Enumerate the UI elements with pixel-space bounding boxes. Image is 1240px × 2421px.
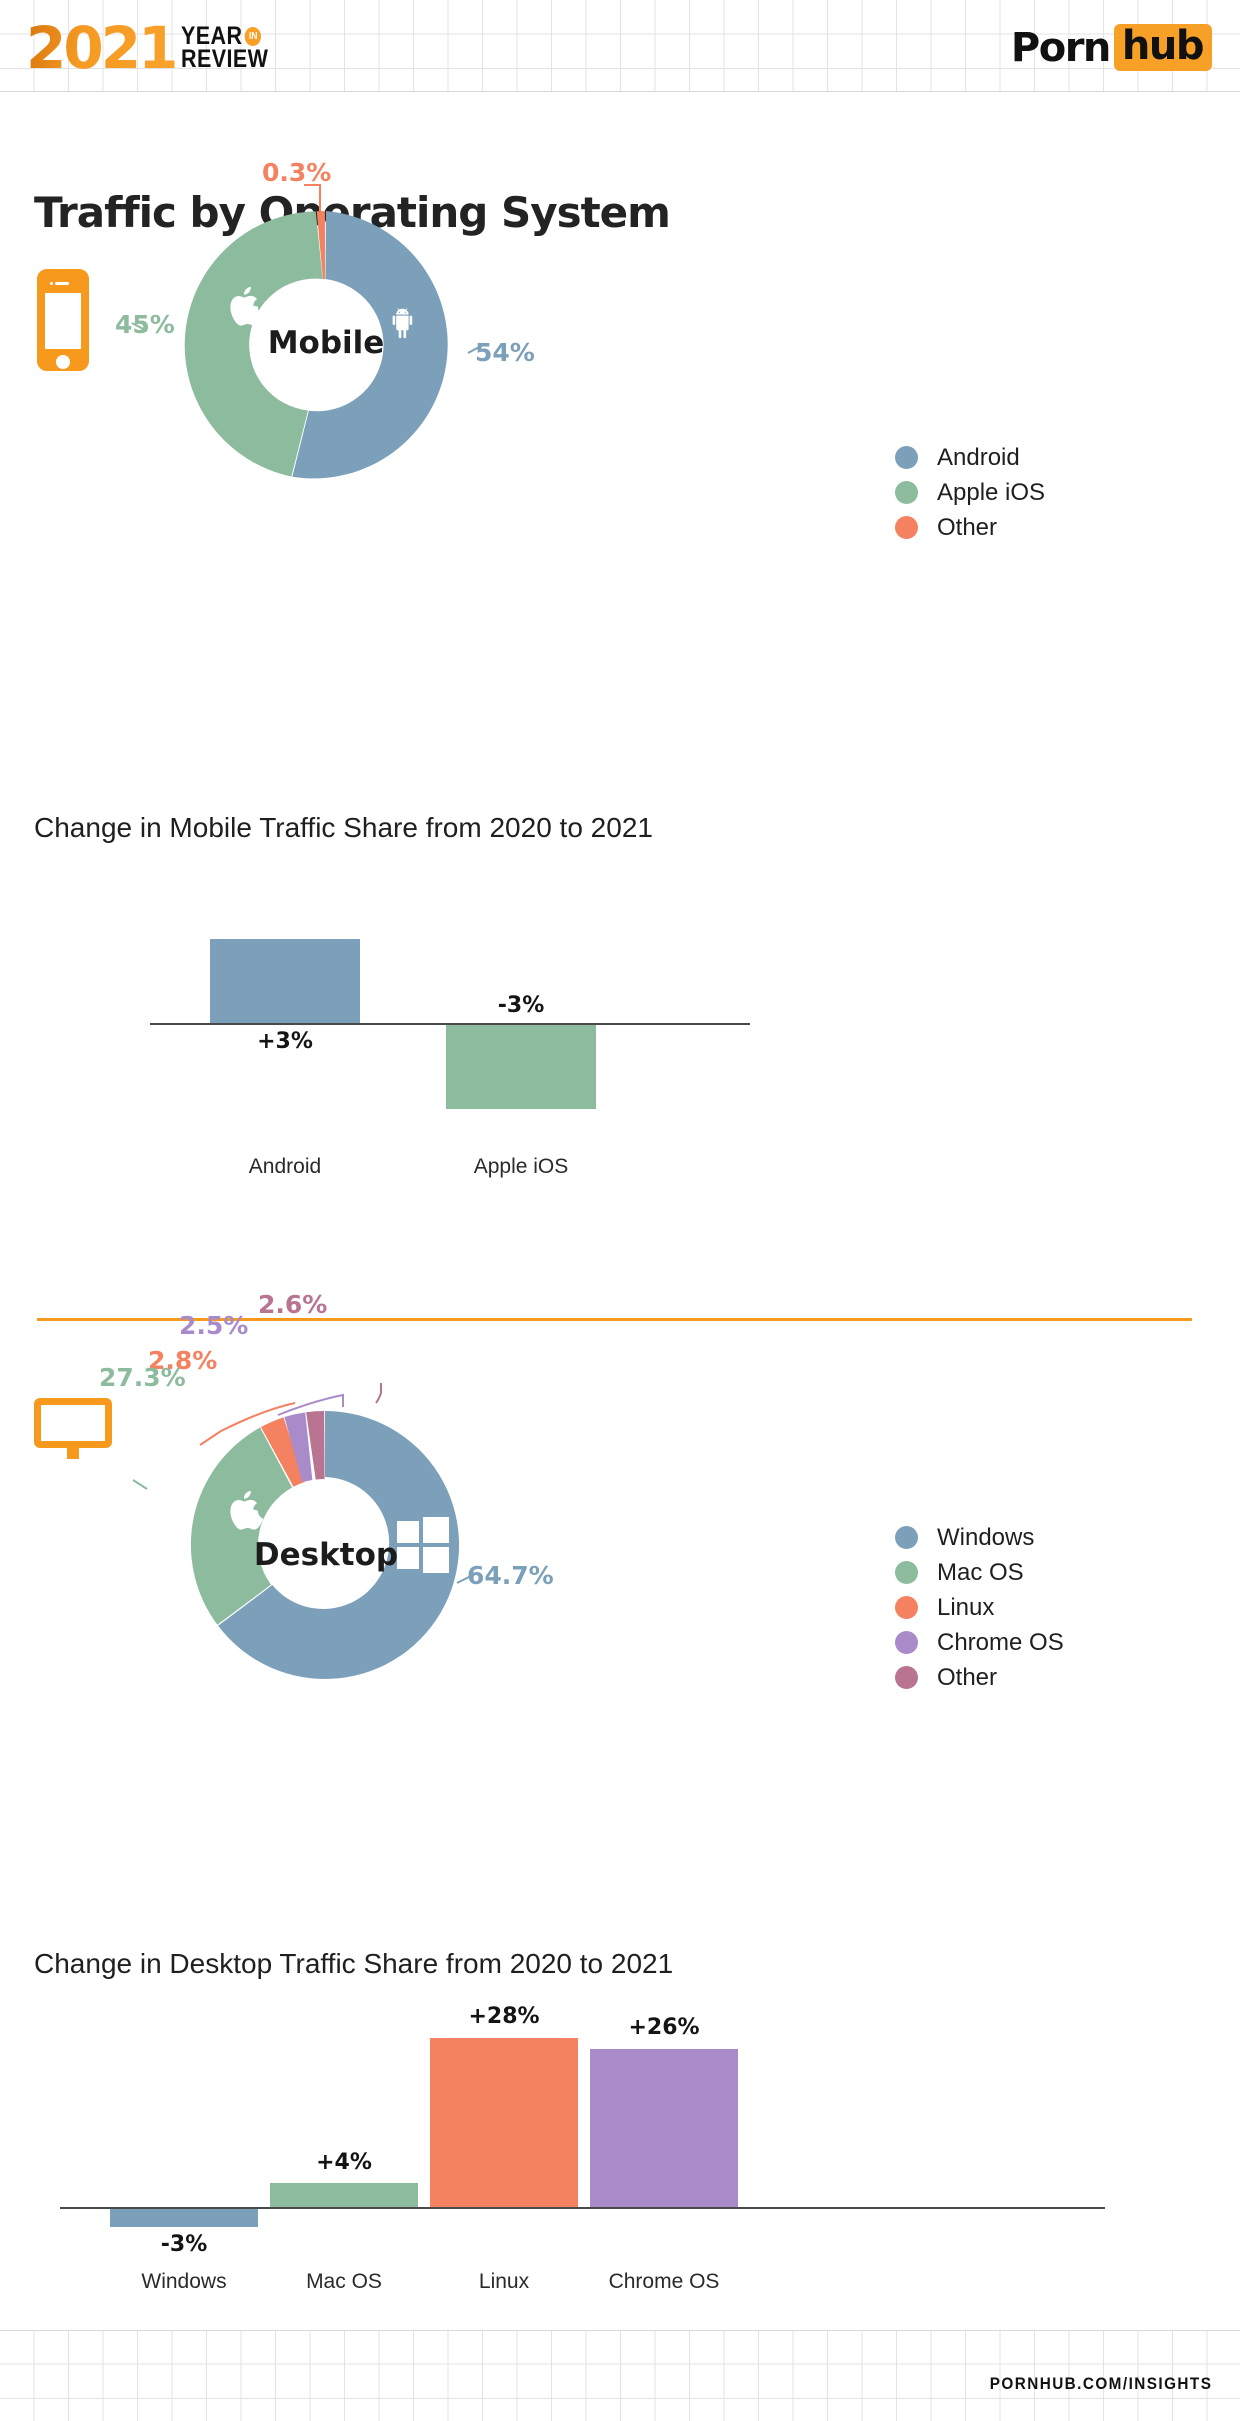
desktop-donut-center-label: Desktop xyxy=(253,1537,399,1573)
legend-dot-chrome-os xyxy=(895,1631,918,1654)
legend-item-other[interactable]: Other xyxy=(895,510,1045,545)
mobile-pct-other: 0.3% xyxy=(262,158,332,187)
legend-label-apple-ios: Apple iOS xyxy=(937,478,1046,506)
legend-dot-linux xyxy=(895,1596,918,1619)
logo-year-in-review: YEAR IN REVIEW xyxy=(181,21,269,73)
legend-dot-other xyxy=(895,516,918,539)
bar-chrome-os xyxy=(590,2049,738,2207)
legend-label-windows: Windows xyxy=(937,1523,1035,1551)
legend-item-other-desktop[interactable]: Other xyxy=(895,1660,1064,1695)
desktop-os-donut-chart: Desktop 2.8% 2.5% 2.6% 27.3% 64.7% xyxy=(99,1290,554,1695)
bar-category-chrome-os: Chrome OS xyxy=(608,2270,720,2293)
mobile-os-donut-chart: Mobile 0.3% 45% 54% xyxy=(115,158,535,495)
legend-label-chrome-os: Chrome OS xyxy=(937,1628,1064,1656)
legend-label-android: Android xyxy=(937,443,1020,471)
mobile-change-bar-chart: +3% Android -3% Apple iOS xyxy=(150,880,900,1180)
mobile-donut-center-label: Mobile xyxy=(267,325,385,361)
legend-dot-mac-os xyxy=(895,1561,918,1584)
logo-year-word: YEAR xyxy=(181,21,243,50)
legend-item-mac-os[interactable]: Mac OS xyxy=(895,1555,1064,1590)
desktop-change-title: Change in Desktop Traffic Share from 202… xyxy=(34,1948,674,1979)
legend-item-linux[interactable]: Linux xyxy=(895,1590,1064,1625)
bar-android xyxy=(210,939,360,1023)
bar-value-chrome-os: +26% xyxy=(628,2015,700,2040)
bar-value-mac-os: +4% xyxy=(316,2150,372,2175)
pornhub-logo: Porn hub xyxy=(1011,24,1212,71)
logo-porn-text: Porn xyxy=(1010,24,1112,71)
mobile-legend: Android Apple iOS Other xyxy=(895,440,1045,545)
legend-label-linux: Linux xyxy=(937,1593,995,1621)
legend-dot-other-desktop xyxy=(895,1666,918,1689)
bar-category-windows: Windows xyxy=(141,2270,227,2293)
bar-mac-os xyxy=(270,2183,418,2207)
legend-item-apple-ios[interactable]: Apple iOS xyxy=(895,475,1045,510)
mobile-pct-apple-ios: 45% xyxy=(115,310,175,339)
mobile-pct-android: 54% xyxy=(475,338,535,367)
desktop-change-bar-chart: -3% Windows +4% Mac OS +28% Linux +26% C… xyxy=(60,2004,1180,2310)
legend-label-mac-os: Mac OS xyxy=(937,1558,1024,1586)
year-in-review-logo: 2021 YEAR IN REVIEW xyxy=(26,14,283,82)
logo-hub-text: hub xyxy=(1113,24,1212,71)
logo-in-badge: IN xyxy=(245,26,262,46)
legend-item-chrome-os[interactable]: Chrome OS xyxy=(895,1625,1064,1660)
monitor-icon xyxy=(34,1398,112,1459)
desktop-pct-mac-os: 27.3% xyxy=(99,1363,186,1392)
mobile-change-title: Change in Mobile Traffic Share from 2020… xyxy=(34,812,653,843)
desktop-pct-windows: 64.7% xyxy=(467,1561,554,1590)
bar-category-mac-os: Mac OS xyxy=(306,2270,382,2293)
bar-windows xyxy=(110,2209,258,2227)
bar-category-linux: Linux xyxy=(478,2270,530,2293)
legend-item-windows[interactable]: Windows xyxy=(895,1520,1064,1555)
legend-item-android[interactable]: Android xyxy=(895,440,1045,475)
legend-dot-apple-ios xyxy=(895,481,918,504)
bar-value-windows: -3% xyxy=(160,2232,208,2257)
desktop-pct-chrome-os: 2.5% xyxy=(179,1311,249,1340)
bar-value-android: +3% xyxy=(257,1029,313,1054)
bar-linux xyxy=(430,2038,578,2207)
legend-dot-android xyxy=(895,446,918,469)
footer-url[interactable]: PORNHUB.COM/INSIGHTS xyxy=(989,2374,1212,2394)
bar-value-apple-ios: -3% xyxy=(497,993,545,1018)
desktop-pct-other: 2.6% xyxy=(258,1290,328,1319)
bar-category-android: Android xyxy=(248,1155,322,1178)
header-divider xyxy=(0,91,1240,92)
legend-dot-windows xyxy=(895,1526,918,1549)
logo-year: 2021 xyxy=(26,14,178,82)
bar-apple-ios xyxy=(446,1025,596,1109)
legend-label-other-desktop: Other xyxy=(937,1663,998,1691)
legend-label-other: Other xyxy=(937,513,998,541)
phone-icon xyxy=(37,269,89,371)
bar-value-linux: +28% xyxy=(468,2004,540,2029)
bar-category-apple-ios: Apple iOS xyxy=(473,1155,569,1178)
desktop-legend: Windows Mac OS Linux Chrome OS Other xyxy=(895,1520,1064,1695)
logo-review-word: REVIEW xyxy=(181,45,269,73)
footer-divider xyxy=(0,2330,1240,2331)
